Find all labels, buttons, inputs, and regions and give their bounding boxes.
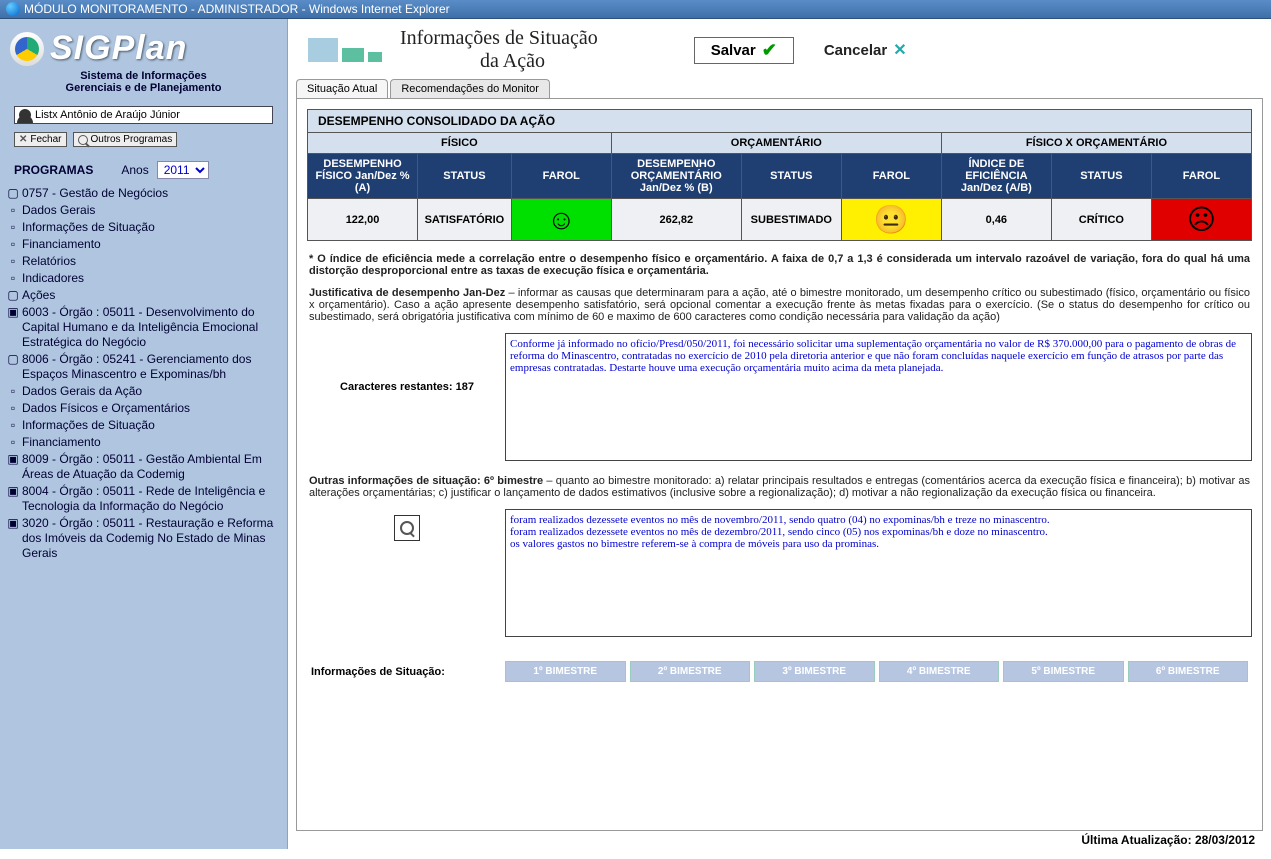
doc-icon [6,271,20,286]
logo-icon [10,32,44,66]
doc-icon [6,203,20,218]
tree-root[interactable]: 0757 - Gestão de Negócios [22,186,281,201]
user-icon [19,109,31,121]
tree-item[interactable]: Informações de Situação [22,220,281,235]
doc-icon [6,435,20,450]
folder-open-icon[interactable] [6,288,20,303]
val-fisico: 122,00 [308,199,418,241]
bim-3-button[interactable]: 3º BIMESTRE [754,661,875,682]
status-ind: CRÍTICO [1051,199,1151,241]
bim-label: Informações de Situação: [311,666,501,678]
salvar-button[interactable]: Salvar✔ [694,37,794,64]
last-update: Última Atualização: 28/03/2012 [296,831,1263,847]
doc-icon [6,220,20,235]
close-icon: ✕ [19,134,27,145]
magnifier-icon [400,521,414,535]
tab-recomendacoes[interactable]: Recomendações do Monitor [390,79,550,98]
zoom-button[interactable] [394,515,420,541]
val-orc: 262,82 [611,199,741,241]
tree-item[interactable]: 3020 - Órgão : 05011 - Restauração e Ref… [22,516,281,561]
tree-item[interactable]: Dados Gerais da Ação [22,384,281,399]
cancelar-button[interactable]: Cancelar✕ [824,40,907,60]
doc-icon [6,384,20,399]
status-orc: SUBESTIMADO [741,199,841,241]
table-title: DESEMPENHO CONSOLIDADO DA AÇÃO [308,110,1252,133]
user-name: Listx Antônio de Araújo Júnior [35,109,180,121]
val-ind: 0,46 [941,199,1051,241]
check-icon: ✔ [762,40,777,61]
tree-item[interactable]: Indicadores [22,271,281,286]
tree-item[interactable]: 8006 - Órgão : 05241 - Gerenciamento dos… [22,352,281,382]
justificativa-input[interactable]: Conforme já informado no ofício/Presd/05… [505,333,1252,461]
tree-item[interactable]: Informações de Situação [22,418,281,433]
year-select[interactable]: 2011 [157,161,209,179]
folder-open-icon[interactable] [6,186,20,201]
tree-item[interactable]: Financiamento [22,237,281,252]
user-box: Listx Antônio de Araújo Júnior [14,106,273,124]
folder-closed-icon[interactable] [6,305,20,320]
farol-ind-icon: ☹ [1151,199,1251,241]
tree-item[interactable]: 8004 - Órgão : 05011 - Rede de Inteligên… [22,484,281,514]
justificativa-text: Justificativa de desempenho Jan-Dez – in… [309,287,1250,323]
tab-situacao-atual[interactable]: Situação Atual [296,79,388,98]
tree-item[interactable]: Financiamento [22,435,281,450]
farol-fisico-icon: ☺ [511,199,611,241]
bim-1-button[interactable]: 1º BIMESTRE [505,661,626,682]
tree-item[interactable]: Ações [22,288,281,303]
bim-6-button[interactable]: 6º BIMESTRE [1128,661,1249,682]
cancel-x-icon: ✕ [893,40,906,60]
doc-icon [6,418,20,433]
status-fisico: SATISFATÓRIO [418,199,512,241]
doc-icon [6,254,20,269]
logo: SIGPlan [0,19,287,70]
tree-item[interactable]: Relatórios [22,254,281,269]
window-titlebar: MÓDULO MONITORAMENTO - ADMINISTRADOR - W… [0,0,1271,19]
doc-icon [6,237,20,252]
desempenho-table: DESEMPENHO CONSOLIDADO DA AÇÃO FÍSICO OR… [307,109,1252,241]
outras-info-input[interactable]: foram realizados dezessete eventos no mê… [505,509,1252,637]
page-title: Informações de Situaçãoda Ação [400,27,598,73]
program-tree: 0757 - Gestão de Negócios Dados Gerais I… [0,183,287,568]
bimestre-row: Informações de Situação: 1º BIMESTRE 2º … [307,651,1252,686]
tab-panel: DESEMPENHO CONSOLIDADO DA AÇÃO FÍSICO OR… [296,99,1263,831]
bim-2-button[interactable]: 2º BIMESTRE [630,661,751,682]
outros-programas-button[interactable]: Outros Programas [73,132,178,147]
programas-label: PROGRAMAS [14,163,93,177]
outras-info-text: Outras informações de situação: 6º bimes… [309,475,1250,499]
ie-icon [6,2,20,16]
farol-orc-icon: 😐 [841,199,941,241]
sidebar: SIGPlan Sistema de InformaçõesGerenciais… [0,19,288,849]
folder-closed-icon[interactable] [6,516,20,531]
doc-icon [6,401,20,416]
search-icon [78,135,88,145]
anos-label: Anos [121,163,148,177]
bim-5-button[interactable]: 5º BIMESTRE [1003,661,1124,682]
char-counter: Caracteres restantes: 187 [317,333,497,393]
window-title: MÓDULO MONITORAMENTO - ADMINISTRADOR - W… [24,2,450,16]
tree-item[interactable]: 6003 - Órgão : 05011 - Desenvolvimento d… [22,305,281,350]
folder-closed-icon[interactable] [6,484,20,499]
tree-item[interactable]: Dados Físicos e Orçamentários [22,401,281,416]
folder-open-icon[interactable] [6,352,20,367]
bim-4-button[interactable]: 4º BIMESTRE [879,661,1000,682]
header-decoration [308,38,382,62]
folder-closed-icon[interactable] [6,452,20,467]
fechar-button[interactable]: ✕Fechar [14,132,67,147]
efficiency-note: * O índice de eficiência mede a correlaç… [309,253,1250,277]
tree-item[interactable]: 8009 - Órgão : 05011 - Gestão Ambiental … [22,452,281,482]
logo-subtitle: Sistema de InformaçõesGerenciais e de Pl… [0,70,287,94]
logo-title: SIGPlan [50,29,187,68]
tree-item[interactable]: Dados Gerais [22,203,281,218]
